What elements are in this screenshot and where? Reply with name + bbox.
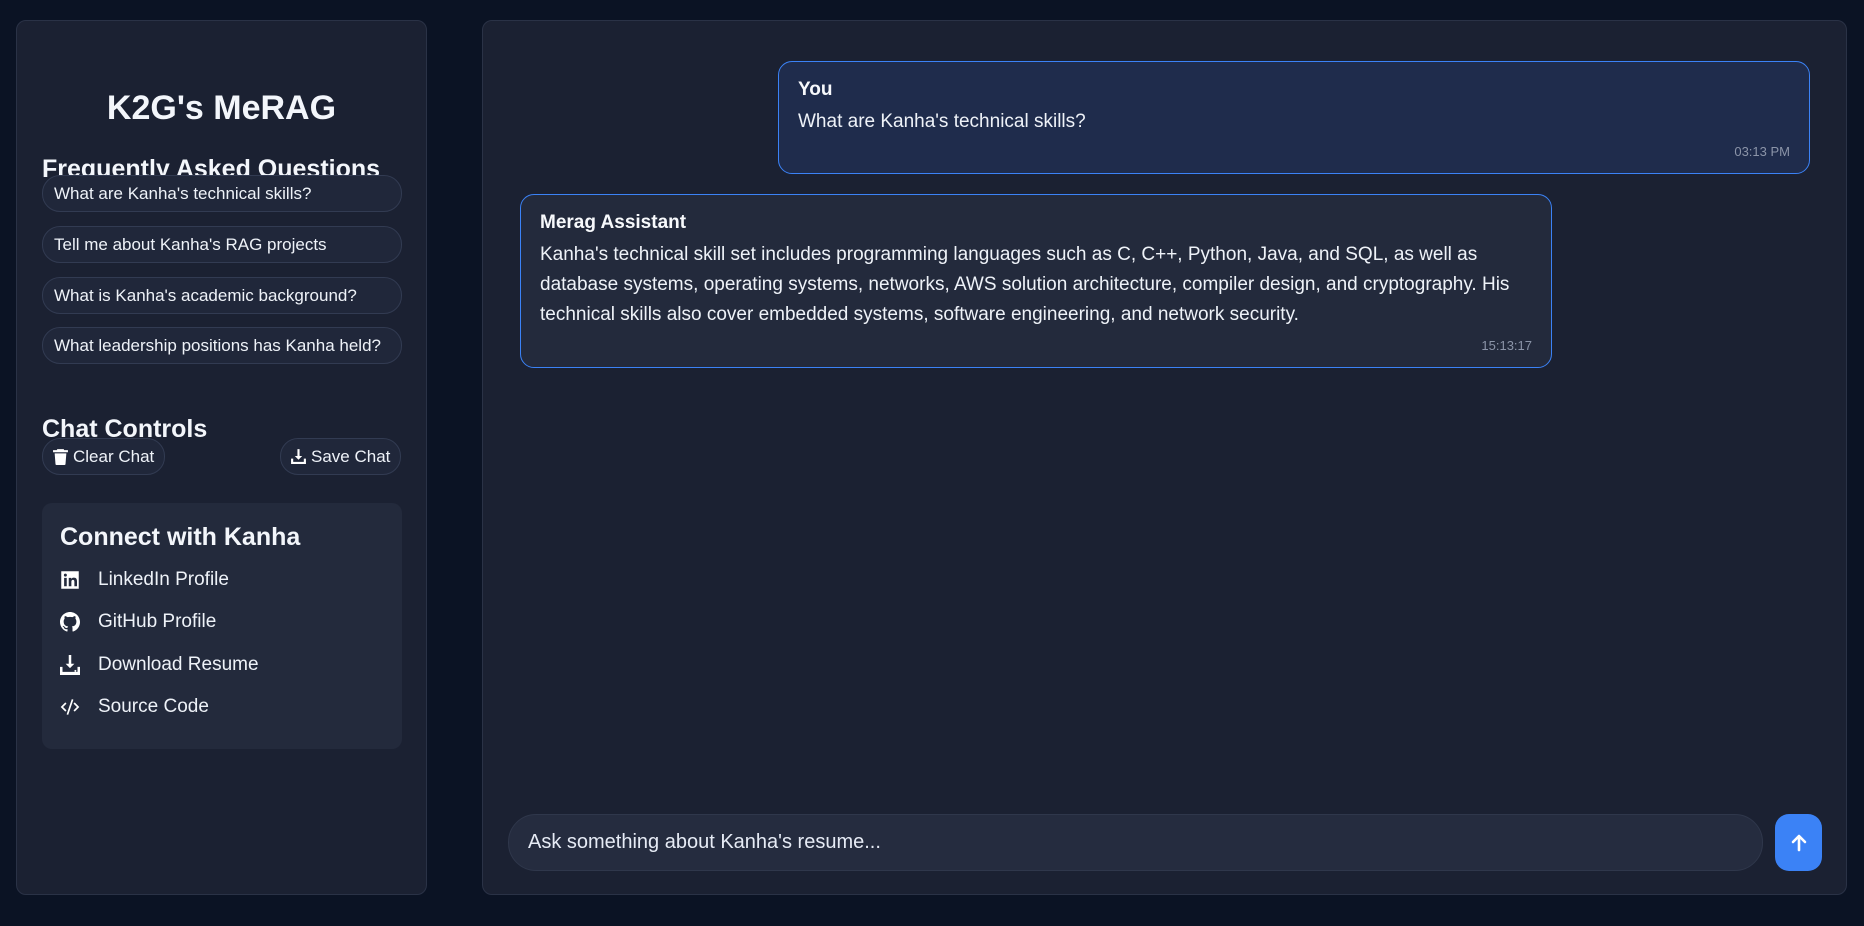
clear-chat-label: Clear Chat — [73, 446, 155, 466]
faq-button-rag-projects[interactable]: Tell me about Kanha's RAG projects — [42, 226, 402, 263]
github-icon — [60, 612, 80, 632]
linkedin-profile-link[interactable]: LinkedIn Profile — [60, 569, 229, 591]
chat-input[interactable] — [508, 814, 1763, 871]
connect-title: Connect with Kanha — [60, 523, 301, 551]
download-icon — [290, 448, 307, 465]
linkedin-icon — [60, 570, 80, 590]
trash-icon — [52, 448, 69, 465]
download-resume-link[interactable]: Download Resume — [60, 654, 259, 676]
chat-panel: You What are Kanha's technical skills? 0… — [482, 20, 1847, 895]
faq-button-technical-skills[interactable]: What are Kanha's technical skills? — [42, 175, 402, 212]
github-profile-link[interactable]: GitHub Profile — [60, 611, 216, 633]
arrow-up-icon — [1789, 833, 1809, 853]
source-code-label: Source Code — [98, 696, 209, 717]
message-sender: Merag Assistant — [540, 212, 687, 233]
sidebar: K2G's MeRAG Frequently Asked Questions W… — [16, 20, 427, 895]
faq-button-academic-background[interactable]: What is Kanha's academic background? — [42, 277, 402, 314]
app-title: K2G's MeRAG — [106, 89, 337, 127]
app-root: K2G's MeRAG Frequently Asked Questions W… — [0, 0, 1864, 926]
source-code-link[interactable]: Source Code — [60, 696, 209, 718]
message-timestamp: 03:13 PM — [1734, 144, 1790, 159]
message-sender: You — [798, 79, 833, 100]
save-chat-button[interactable]: Save Chat — [280, 438, 402, 475]
message-timestamp: 15:13:17 — [1481, 338, 1532, 353]
message-text: Kanha's technical skill set includes pro… — [540, 244, 1510, 325]
faq-button-leadership[interactable]: What leadership positions has Kanha held… — [42, 327, 402, 364]
send-button[interactable] — [1775, 814, 1822, 871]
save-chat-label: Save Chat — [311, 446, 391, 466]
download-icon — [60, 655, 80, 675]
github-label: GitHub Profile — [98, 611, 217, 632]
linkedin-label: LinkedIn Profile — [98, 569, 229, 590]
connect-card: Connect with Kanha LinkedIn Profile GitH… — [42, 503, 402, 749]
clear-chat-button[interactable]: Clear Chat — [42, 438, 166, 475]
user-message: You What are Kanha's technical skills? 0… — [778, 61, 1810, 174]
code-icon — [60, 697, 80, 717]
download-resume-label: Download Resume — [98, 654, 259, 675]
message-text: What are Kanha's technical skills? — [798, 111, 1086, 132]
assistant-message: Merag Assistant Kanha's technical skill … — [520, 194, 1552, 368]
